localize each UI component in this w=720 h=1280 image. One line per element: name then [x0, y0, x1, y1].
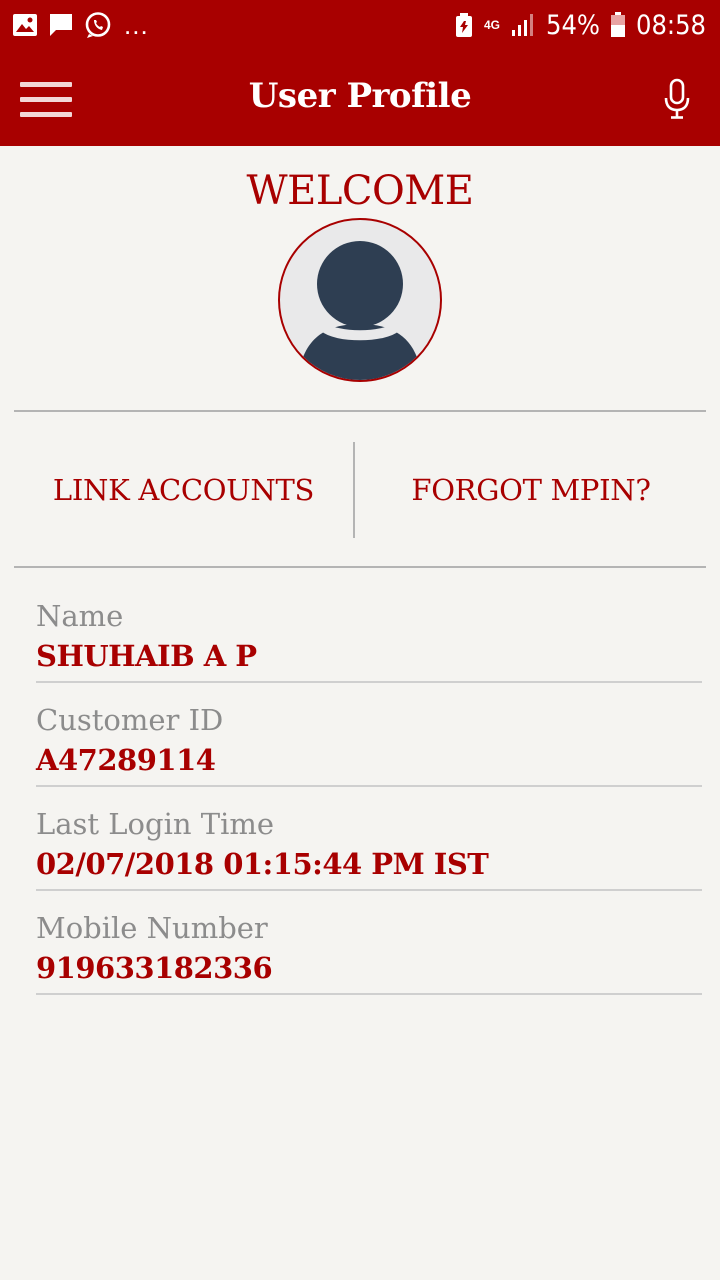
detail-value: 919633182336 — [36, 951, 273, 985]
microphone-icon[interactable] — [662, 78, 692, 120]
forgot-mpin-button[interactable]: FORGOT MPIN? — [356, 442, 706, 538]
detail-underline — [36, 681, 702, 683]
welcome-heading: WELCOME — [246, 168, 474, 214]
battery-saver-icon — [455, 13, 472, 37]
detail-mobile-number: Mobile Number 919633182336 — [36, 910, 702, 995]
battery-icon — [611, 12, 625, 37]
user-avatar-icon — [278, 218, 442, 382]
page-title: User Profile — [248, 76, 472, 116]
detail-label: Name — [36, 599, 124, 633]
actions-separator — [353, 442, 355, 538]
detail-underline — [36, 993, 702, 995]
signal-icon — [512, 14, 533, 36]
detail-value: A47289114 — [36, 743, 216, 777]
app-bar: User Profile — [0, 50, 720, 146]
gallery-icon — [13, 14, 37, 36]
status-bar: ... 4G 54% 08:58 — [0, 0, 720, 50]
detail-label: Mobile Number — [36, 911, 268, 945]
detail-value: SHUHAIB A P — [36, 639, 257, 673]
network-type-label: 4G — [483, 17, 500, 32]
detail-underline — [36, 785, 702, 787]
detail-customer-id: Customer ID A47289114 — [36, 702, 702, 787]
detail-label: Last Login Time — [36, 807, 275, 841]
message-icon — [50, 14, 72, 36]
more-notifications-indicator: ... — [124, 9, 149, 40]
detail-underline — [36, 889, 702, 891]
section-divider — [14, 410, 706, 412]
detail-name: Name SHUHAIB A P — [36, 598, 702, 683]
whatsapp-icon — [85, 12, 111, 38]
detail-value: 02/07/2018 01:15:44 PM IST — [36, 847, 489, 881]
clock: 08:58 — [636, 9, 706, 41]
status-bar-left: ... — [12, 10, 149, 41]
section-divider — [14, 566, 706, 568]
battery-percent: 54% — [546, 9, 600, 41]
user-silhouette-icon — [298, 241, 422, 380]
profile-actions: LINK ACCOUNTS FORGOT MPIN? — [14, 442, 706, 538]
detail-label: Customer ID — [36, 703, 224, 737]
link-accounts-button[interactable]: LINK ACCOUNTS — [14, 442, 353, 538]
detail-last-login: Last Login Time 02/07/2018 01:15:44 PM I… — [36, 806, 702, 891]
status-bar-right: 4G 54% 08:58 — [454, 10, 706, 41]
